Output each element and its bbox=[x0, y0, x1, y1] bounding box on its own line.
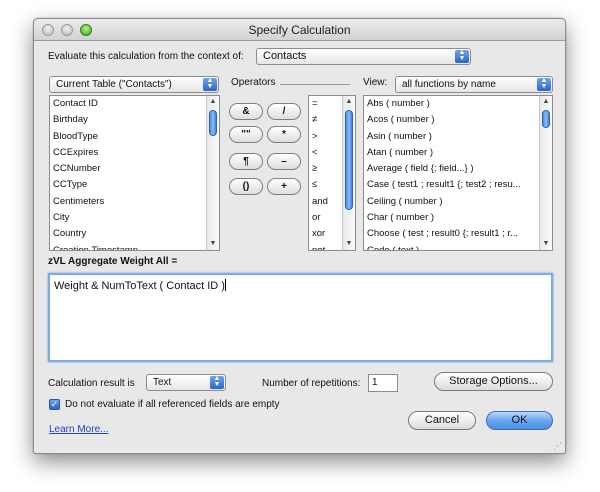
operator-button-divide[interactable]: / bbox=[267, 103, 301, 120]
updown-arrow-icon: ▲ ▼ bbox=[203, 77, 217, 91]
scroll-down-arrow-icon[interactable]: ▼ bbox=[540, 238, 552, 250]
field-list-item[interactable]: CCNumber bbox=[50, 161, 219, 177]
operators-label: Operators bbox=[231, 77, 276, 88]
table-popup[interactable]: Current Table ("Contacts") ▲ ▼ bbox=[49, 76, 219, 93]
calculation-expression: Weight & NumToText ( Contact ID ) bbox=[54, 280, 225, 292]
scroll-thumb[interactable] bbox=[209, 110, 217, 136]
operator-button-add[interactable]: + bbox=[267, 178, 301, 195]
function-list-item[interactable]: Case ( test1 ; result1 {; test2 ; resu..… bbox=[364, 177, 552, 193]
scroll-down-arrow-icon[interactable]: ▼ bbox=[207, 238, 219, 250]
function-list-item[interactable]: Ceiling ( number ) bbox=[364, 194, 552, 210]
field-list-item[interactable]: Contact ID bbox=[50, 96, 219, 112]
field-list-item[interactable]: Creation Timestamp bbox=[50, 243, 219, 250]
title-bar: Specify Calculation bbox=[34, 19, 565, 41]
view-label: View: bbox=[363, 77, 388, 88]
function-list-item[interactable]: Asin ( number ) bbox=[364, 129, 552, 145]
function-list-item[interactable]: Char ( number ) bbox=[364, 210, 552, 226]
updown-arrow-icon: ▲ ▼ bbox=[455, 49, 469, 63]
table-popup-value: Current Table ("Contacts") bbox=[56, 79, 172, 90]
repetitions-label: Number of repetitions: bbox=[262, 378, 361, 389]
updown-arrow-icon: ▲ ▼ bbox=[210, 375, 224, 389]
function-list-item[interactable]: Atan ( number ) bbox=[364, 145, 552, 161]
field-list-item[interactable]: City bbox=[50, 210, 219, 226]
storage-options-button[interactable]: Storage Options... bbox=[434, 372, 553, 391]
operators-divider bbox=[280, 84, 350, 85]
cancel-button[interactable]: Cancel bbox=[408, 411, 476, 430]
function-list-item[interactable]: Choose ( test ; result0 {; result1 ; r..… bbox=[364, 226, 552, 242]
result-type-label: Calculation result is bbox=[48, 378, 135, 389]
operator-button-subtract[interactable]: – bbox=[267, 153, 301, 170]
repetitions-field[interactable]: 1 bbox=[368, 374, 398, 392]
field-list[interactable]: Contact ID Birthday BloodType CCExpires … bbox=[49, 95, 220, 251]
result-type-value: Text bbox=[153, 377, 172, 388]
scroll-up-arrow-icon[interactable]: ▲ bbox=[207, 96, 219, 108]
field-list-item[interactable]: CCType bbox=[50, 177, 219, 193]
calculation-editor[interactable]: Weight & NumToText ( Contact ID ) bbox=[48, 273, 553, 362]
specify-calculation-dialog: Specify Calculation Evaluate this calcul… bbox=[33, 18, 566, 454]
scroll-thumb[interactable] bbox=[542, 110, 550, 128]
field-list-scrollbar[interactable]: ▲ ▼ bbox=[206, 96, 219, 250]
scroll-down-arrow-icon[interactable]: ▼ bbox=[343, 238, 355, 250]
field-list-item[interactable]: BloodType bbox=[50, 129, 219, 145]
field-list-item[interactable]: Birthday bbox=[50, 112, 219, 128]
operator-list-scrollbar[interactable]: ▲ ▼ bbox=[342, 96, 355, 250]
operator-button-concatenate[interactable]: & bbox=[229, 103, 263, 120]
result-type-popup[interactable]: Text ▲ ▼ bbox=[146, 374, 226, 391]
scroll-thumb[interactable] bbox=[345, 110, 353, 210]
context-label: Evaluate this calculation from the conte… bbox=[48, 51, 244, 62]
scroll-up-arrow-icon[interactable]: ▲ bbox=[540, 96, 552, 108]
comparison-operator-list[interactable]: = ≠ > < ≥ ≤ and or xor not ▲ ▼ bbox=[308, 95, 356, 251]
operator-button-parentheses[interactable]: () bbox=[229, 178, 263, 195]
function-list-item[interactable]: Average ( field {; field...} ) bbox=[364, 161, 552, 177]
function-list[interactable]: Abs ( number ) Acos ( number ) Asin ( nu… bbox=[363, 95, 553, 251]
view-popup-value: all functions by name bbox=[402, 79, 496, 90]
learn-more-link[interactable]: Learn More... bbox=[49, 424, 108, 435]
scroll-up-arrow-icon[interactable]: ▲ bbox=[343, 96, 355, 108]
function-list-item[interactable]: Acos ( number ) bbox=[364, 112, 552, 128]
context-popup-value: Contacts bbox=[263, 50, 307, 62]
ok-button[interactable]: OK bbox=[486, 411, 553, 430]
field-list-item[interactable]: Centimeters bbox=[50, 194, 219, 210]
resize-grip-icon[interactable]: ⋰ bbox=[553, 441, 563, 451]
view-popup[interactable]: all functions by name ▲ ▼ bbox=[395, 76, 553, 93]
do-not-evaluate-checkbox[interactable]: ✓ bbox=[49, 399, 60, 410]
function-list-item[interactable]: Code ( text ) bbox=[364, 243, 552, 250]
operator-button-multiply[interactable]: * bbox=[267, 126, 301, 143]
field-list-item[interactable]: CCExpires bbox=[50, 145, 219, 161]
function-list-scrollbar[interactable]: ▲ ▼ bbox=[539, 96, 552, 250]
operator-button-pilcrow[interactable]: ¶ bbox=[229, 153, 263, 170]
updown-arrow-icon: ▲ ▼ bbox=[537, 77, 551, 91]
function-list-item[interactable]: Abs ( number ) bbox=[364, 96, 552, 112]
window-title: Specify Calculation bbox=[248, 23, 351, 37]
text-caret bbox=[224, 279, 226, 291]
context-popup[interactable]: Contacts ▲ ▼ bbox=[256, 48, 471, 65]
do-not-evaluate-label: Do not evaluate if all referenced fields… bbox=[65, 399, 280, 410]
field-list-item[interactable]: Country bbox=[50, 226, 219, 242]
calculation-field-label: zVL Aggregate Weight All = bbox=[48, 256, 178, 267]
operator-button-quotes[interactable]: "" bbox=[229, 126, 263, 143]
